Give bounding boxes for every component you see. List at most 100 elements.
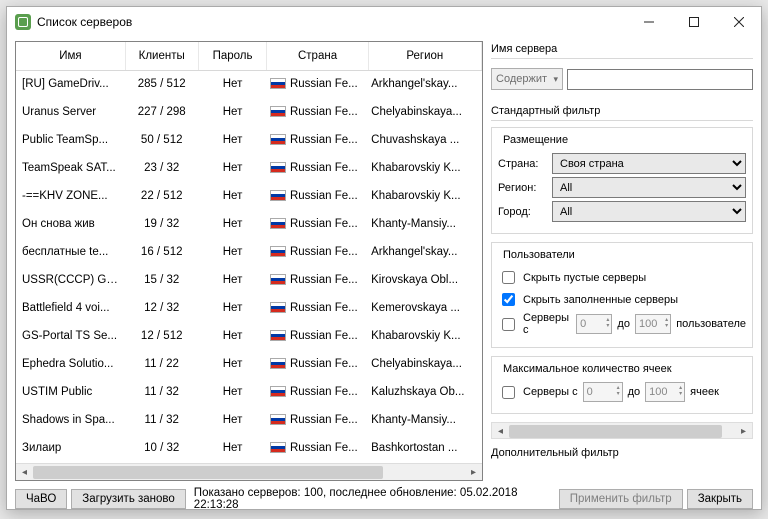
cell-clients: 22 / 512 (125, 182, 198, 210)
users-group: Пользователи Скрыть пустые серверы Скрыт… (491, 242, 753, 348)
table-hscrollbar[interactable]: ◂ ▸ (16, 463, 482, 480)
match-mode-select[interactable]: Содержит (491, 68, 563, 90)
scroll-left-icon[interactable]: ◂ (492, 423, 509, 440)
slots-range-checkbox[interactable] (502, 386, 515, 399)
cell-country: Russian Fe... (267, 378, 368, 406)
app-icon (15, 14, 31, 30)
cell-country: Russian Fe... (267, 406, 368, 434)
table-row[interactable]: Он снова жив19 / 32НетRussian Fe...Khant… (16, 210, 482, 238)
col-region[interactable]: Регион (368, 42, 481, 70)
cell-password: Нет (198, 238, 267, 266)
cell-name: Public TeamSp... (16, 126, 125, 154)
cell-country: Russian Fe... (267, 238, 368, 266)
footer: ЧаВО Загрузить заново Показано серверов:… (15, 487, 753, 511)
col-password[interactable]: Пароль (198, 42, 267, 70)
flag-ru-icon (270, 358, 286, 369)
cell-clients: 15 / 32 (125, 266, 198, 294)
standard-filter-label: Стандартный фильтр (491, 103, 753, 121)
cell-name: TeamSpeak SAT... (16, 154, 125, 182)
users-range-checkbox[interactable] (502, 318, 515, 331)
slots-max-spin[interactable]: 100 (645, 382, 685, 402)
filter-hscrollbar[interactable]: ◂ ▸ (491, 422, 753, 439)
cell-clients: 16 / 512 (125, 238, 198, 266)
cell-clients: 11 / 32 (125, 406, 198, 434)
cell-clients: 50 / 512 (125, 126, 198, 154)
flag-ru-icon (270, 78, 286, 89)
hide-empty-checkbox[interactable] (502, 271, 515, 284)
city-select[interactable]: All (552, 201, 746, 222)
table-header-row[interactable]: Имя Клиенты Пароль Страна Регион (16, 42, 482, 70)
scroll-thumb[interactable] (509, 425, 722, 438)
scroll-thumb[interactable] (33, 466, 383, 479)
cell-region: Arkhangel'skay... (368, 70, 481, 98)
col-clients[interactable]: Клиенты (125, 42, 198, 70)
window-title: Список серверов (37, 15, 132, 29)
close-button[interactable] (716, 7, 761, 37)
table-row[interactable]: USTIM Public11 / 32НетRussian Fe...Kaluz… (16, 378, 482, 406)
cell-clients: 12 / 512 (125, 322, 198, 350)
flag-ru-icon (270, 302, 286, 313)
users-min-spin[interactable]: 0 (576, 314, 612, 334)
cell-password: Нет (198, 182, 267, 210)
minimize-button[interactable] (626, 7, 671, 37)
table-row[interactable]: GS-Portal TS Se...12 / 512НетRussian Fe.… (16, 322, 482, 350)
cell-password: Нет (198, 98, 267, 126)
slots-min-spin[interactable]: 0 (583, 382, 623, 402)
reload-button[interactable]: Загрузить заново (71, 489, 186, 509)
server-table[interactable]: Имя Клиенты Пароль Страна Регион [RU] Ga… (16, 42, 482, 463)
cell-country: Russian Fe... (267, 70, 368, 98)
table-row[interactable]: [RU] GameDriv...285 / 512НетRussian Fe..… (16, 70, 482, 98)
cell-country: Russian Fe... (267, 98, 368, 126)
cell-name: Зилаир (16, 434, 125, 462)
table-row[interactable]: Ephedra Solutio...11 / 22НетRussian Fe..… (16, 350, 482, 378)
faq-button[interactable]: ЧаВО (15, 489, 67, 509)
filter-panel: Имя сервера Содержит Стандартный фильтр … (491, 41, 753, 481)
col-name[interactable]: Имя (16, 42, 125, 70)
cell-clients: 10 / 32 (125, 434, 198, 462)
hide-full-checkbox[interactable] (502, 293, 515, 306)
cell-country: Russian Fe... (267, 126, 368, 154)
table-row[interactable]: Shadows in Spa...11 / 32НетRussian Fe...… (16, 406, 482, 434)
titlebar[interactable]: Список серверов (7, 7, 761, 37)
server-table-panel: Имя Клиенты Пароль Страна Регион [RU] Ga… (15, 41, 483, 481)
users-max-spin[interactable]: 100 (635, 314, 671, 334)
cell-clients: 23 / 32 (125, 154, 198, 182)
scroll-right-icon[interactable]: ▸ (735, 423, 752, 440)
cell-name: Uranus Server (16, 98, 125, 126)
table-row[interactable]: Зилаир10 / 32НетRussian Fe...Bashkortost… (16, 434, 482, 462)
cell-region: Khabarovskiy K... (368, 182, 481, 210)
table-row[interactable]: TeamSpeak SAT...23 / 32НетRussian Fe...K… (16, 154, 482, 182)
cell-region: Chuvashskaya ... (368, 126, 481, 154)
flag-ru-icon (270, 218, 286, 229)
table-row[interactable]: Public TeamSp...50 / 512НетRussian Fe...… (16, 126, 482, 154)
table-row[interactable]: USSR(CCCP) Ga...15 / 32НетRussian Fe...K… (16, 266, 482, 294)
table-row[interactable]: Uranus Server227 / 298НетRussian Fe...Ch… (16, 98, 482, 126)
apply-filter-button[interactable]: Применить фильтр (559, 489, 683, 509)
server-name-label: Имя сервера (491, 41, 753, 59)
cell-password: Нет (198, 126, 267, 154)
cell-clients: 19 / 32 (125, 210, 198, 238)
col-country[interactable]: Страна (267, 42, 368, 70)
country-select[interactable]: Своя страна (552, 153, 746, 174)
cell-password: Нет (198, 378, 267, 406)
cell-name: USSR(CCCP) Ga... (16, 266, 125, 294)
cell-clients: 12 / 32 (125, 294, 198, 322)
table-row[interactable]: -==KHV ZONE...22 / 512НетRussian Fe...Kh… (16, 182, 482, 210)
cell-name: -==KHV ZONE... (16, 182, 125, 210)
cell-country: Russian Fe... (267, 434, 368, 462)
scroll-left-icon[interactable]: ◂ (16, 464, 33, 481)
server-name-input[interactable] (567, 69, 753, 90)
maximize-button[interactable] (671, 7, 716, 37)
cell-region: Chelyabinskaya... (368, 98, 481, 126)
cell-password: Нет (198, 294, 267, 322)
scroll-right-icon[interactable]: ▸ (465, 464, 482, 481)
flag-ru-icon (270, 274, 286, 285)
flag-ru-icon (270, 190, 286, 201)
table-row[interactable]: бесплатные te...16 / 512НетRussian Fe...… (16, 238, 482, 266)
region-select[interactable]: All (552, 177, 746, 198)
flag-ru-icon (270, 162, 286, 173)
close-dialog-button[interactable]: Закрыть (687, 489, 753, 509)
slots-group: Максимальное количество ячеек Серверы с … (491, 356, 753, 414)
cell-region: Kemerovskaya ... (368, 294, 481, 322)
table-row[interactable]: Battlefield 4 voi...12 / 32НетRussian Fe… (16, 294, 482, 322)
